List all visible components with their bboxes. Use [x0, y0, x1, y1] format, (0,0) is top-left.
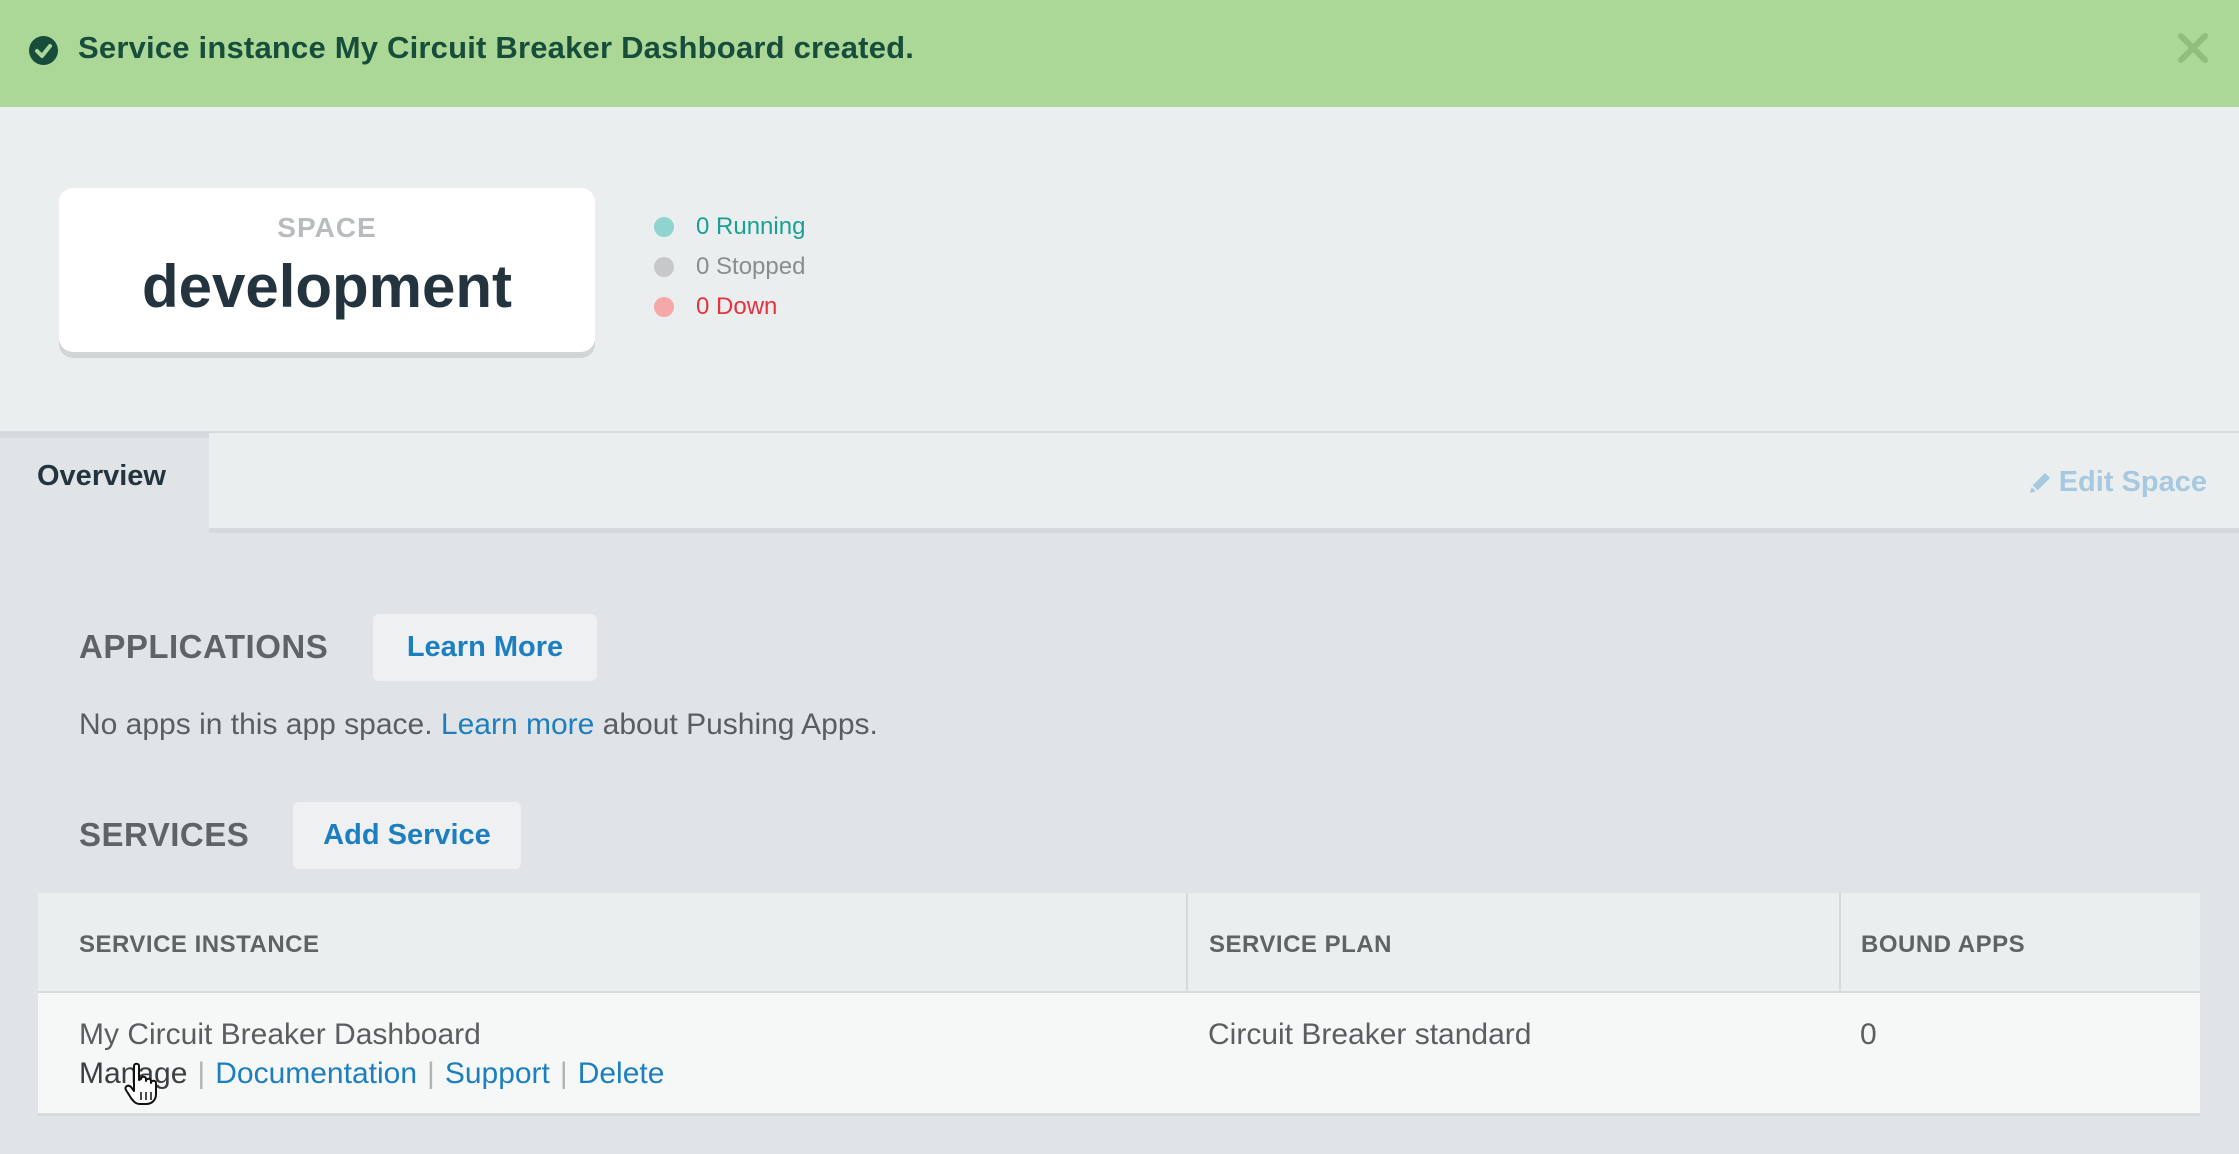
separator: |: [559, 1057, 568, 1090]
col-service-plan: SERVICE PLAN: [1209, 931, 1392, 958]
tab-overview[interactable]: Overview: [0, 433, 209, 533]
table-bottom-border: [38, 1113, 2200, 1116]
app-status-summary: 0 Running 0 Stopped 0 Down: [654, 207, 805, 327]
stopped-count: 0 Stopped: [696, 253, 806, 280]
no-apps-message: No apps in this app space. Learn more ab…: [79, 708, 878, 742]
col-bound-apps: BOUND APPS: [1861, 931, 2026, 958]
table-header: SERVICE INSTANCE SERVICE PLAN BOUND APPS: [38, 893, 2200, 993]
space-name: development: [141, 253, 513, 320]
down-dot-icon: [654, 297, 674, 317]
status-stopped: 0 Stopped: [654, 247, 805, 287]
no-apps-text: No apps in this app space.: [79, 708, 433, 741]
hand-pointer-cursor-icon: [124, 1062, 162, 1111]
close-icon[interactable]: [2173, 28, 2213, 68]
space-header: SPACE development 0 Running 0 Stopped 0 …: [0, 107, 2239, 433]
banner-message: Service instance My Circuit Breaker Dash…: [78, 30, 915, 65]
separator: |: [197, 1057, 206, 1090]
services-table: SERVICE INSTANCE SERVICE PLAN BOUND APPS…: [38, 893, 2200, 1116]
running-dot-icon: [654, 217, 674, 237]
bound-apps-count: 0: [1860, 1018, 1877, 1051]
space-card: SPACE development: [59, 188, 595, 352]
no-apps-suffix: about Pushing Apps.: [602, 708, 878, 741]
column-divider: [1186, 893, 1188, 993]
space-label: SPACE: [277, 212, 377, 243]
running-count: 0 Running: [696, 213, 806, 240]
add-service-button[interactable]: Add Service: [293, 802, 521, 869]
row-actions: Manage | Documentation | Support | Delet…: [79, 1057, 664, 1091]
separator: |: [427, 1057, 435, 1090]
stopped-dot-icon: [654, 257, 674, 277]
services-title: SERVICES: [79, 816, 250, 853]
success-banner: Service instance My Circuit Breaker Dash…: [0, 0, 2239, 107]
edit-space-label: Edit Space: [2058, 466, 2207, 498]
learn-more-link[interactable]: Learn more: [441, 708, 594, 741]
tab-bar: Overview Edit Space: [0, 433, 2239, 533]
pencil-icon: [2029, 472, 2050, 493]
documentation-link[interactable]: Documentation: [215, 1057, 417, 1091]
col-service-instance: SERVICE INSTANCE: [79, 931, 320, 958]
column-divider: [1839, 893, 1841, 993]
down-count: 0 Down: [696, 293, 778, 320]
edit-space-link[interactable]: Edit Space: [2027, 466, 2207, 499]
service-plan-value: Circuit Breaker standard: [1208, 1018, 1532, 1051]
service-instance-name: My Circuit Breaker Dashboard: [79, 1018, 481, 1051]
status-running: 0 Running: [654, 207, 805, 247]
check-circle-icon: [29, 36, 58, 65]
support-link[interactable]: Support: [445, 1057, 550, 1091]
applications-title: APPLICATIONS: [79, 628, 329, 665]
delete-link[interactable]: Delete: [578, 1057, 665, 1091]
learn-more-button[interactable]: Learn More: [373, 614, 597, 681]
status-down: 0 Down: [654, 287, 805, 327]
